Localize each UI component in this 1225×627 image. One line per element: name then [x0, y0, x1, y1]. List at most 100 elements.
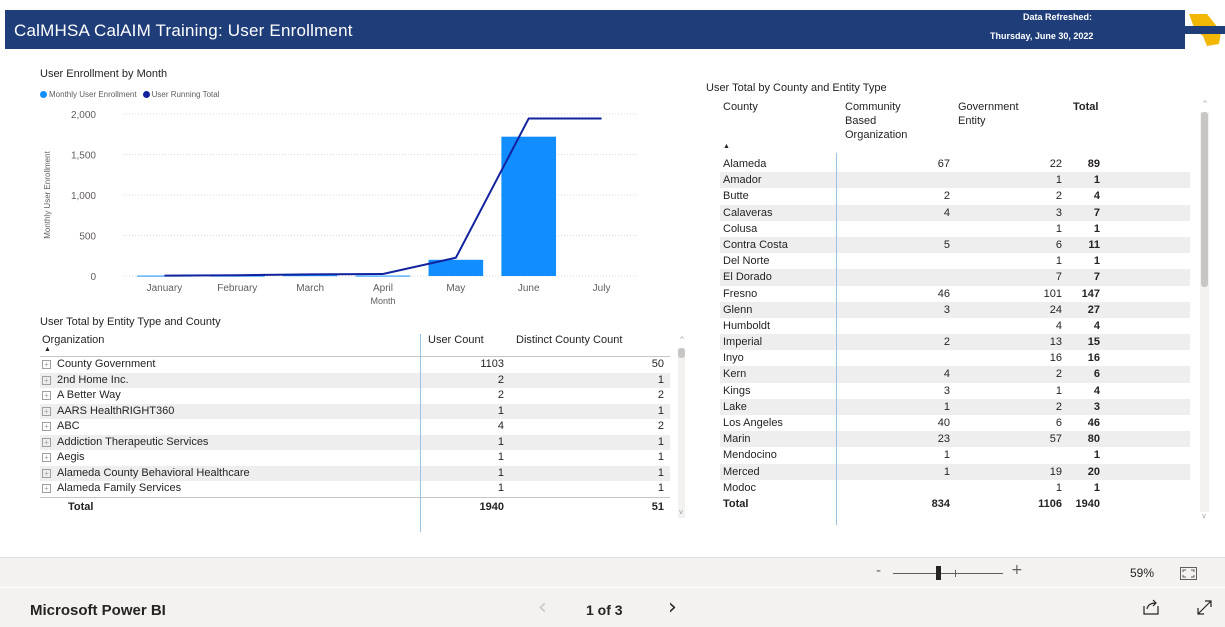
table-row[interactable]: Inyo 16 16 — [720, 350, 1190, 366]
county-cell: Mendocino — [723, 449, 777, 462]
table-row[interactable]: Kern 4 2 6 — [720, 366, 1190, 383]
expand-icon[interactable]: + — [42, 375, 51, 385]
table-row[interactable]: Fresno 46 101 147 — [720, 286, 1190, 302]
expand-icon[interactable]: + — [42, 453, 51, 462]
x-tick-label: March — [296, 283, 324, 294]
county-table-scrollbar[interactable] — [1200, 112, 1209, 512]
county-table: County ▲ Community Based Organization Go… — [720, 100, 1190, 525]
fullscreen-icon[interactable] — [1196, 599, 1213, 616]
expand-icon[interactable]: + — [42, 406, 51, 416]
legend-dot-icon — [142, 91, 150, 98]
share-icon[interactable] — [1142, 598, 1160, 616]
scroll-up-icon[interactable]: ^ — [1202, 100, 1208, 108]
table-row[interactable]: Butte 2 2 4 — [720, 188, 1190, 204]
table-row[interactable]: +2nd Home Inc. 2 1 — [40, 372, 670, 388]
table-row[interactable]: Los Angeles 40 6 46 — [720, 415, 1190, 431]
next-page-button[interactable]: › — [668, 595, 677, 620]
table-row[interactable]: + Addiction Therapeutic Services 1 1 — [40, 434, 670, 451]
table-row[interactable]: Kings 3 1 4 — [720, 383, 1190, 399]
cbo-cell: 1 — [943, 449, 950, 462]
table-row[interactable]: Modoc 1 1 — [720, 480, 1190, 496]
expand-icon[interactable]: + — [42, 360, 51, 369]
power-bi-brand[interactable]: Microsoft Power BI — [30, 602, 166, 619]
enrollment-chart[interactable]: 0 500 1,000 1,500 2,000 Monthly User Enrollme… — [38, 104, 648, 314]
column-header-total[interactable]: Total — [1073, 100, 1098, 114]
table-row[interactable]: + Aegis 1 1 — [40, 450, 670, 466]
distinct-county-cell: 50 — [651, 358, 664, 370]
total-label: Total — [68, 500, 94, 513]
total-cell: 15 — [1087, 336, 1100, 349]
expand-icon[interactable]: + — [42, 391, 51, 400]
legend-item-monthly[interactable]: Monthly User Enrollment — [40, 90, 137, 99]
cbo-cell: 40 — [937, 417, 950, 429]
table-row[interactable]: Mendocino 1 1 — [720, 447, 1190, 463]
total-cell: 27 — [1087, 303, 1100, 316]
legend-item-running-total[interactable]: User Running Total — [142, 90, 219, 99]
table-row[interactable]: Contra Costa 5 6 11 — [720, 236, 1190, 254]
column-header-community-based-organization[interactable]: Community Based Organization — [845, 100, 907, 142]
column-header-organization[interactable]: Organization — [42, 334, 104, 346]
column-header-county[interactable]: County — [723, 100, 758, 114]
entity-table-scrollbar[interactable] — [678, 348, 685, 518]
zoom-slider-track[interactable] — [893, 573, 1003, 574]
table-row[interactable]: Merced 1 19 20 — [720, 463, 1190, 480]
zoom-out-button[interactable]: - — [876, 563, 881, 579]
zoom-slider-thumb[interactable] — [936, 566, 941, 580]
zoom-in-button[interactable]: + — [1011, 562, 1023, 578]
table-row[interactable]: Alameda 67 22 89 — [720, 156, 1190, 172]
table-row[interactable]: Imperial 2 13 15 — [720, 334, 1190, 351]
scroll-down-icon[interactable]: v — [679, 508, 683, 516]
column-header-government-entity[interactable]: Government Entity — [958, 100, 1019, 128]
gov-cell: 6 — [1055, 417, 1062, 429]
expand-icon[interactable]: + — [42, 437, 51, 447]
expand-icon[interactable]: + — [42, 422, 51, 431]
gov-cell: 24 — [1049, 303, 1062, 316]
entity-table-scroll-thumb[interactable] — [678, 348, 685, 358]
column-header-distinct-county-count[interactable]: Distinct County Count — [516, 334, 622, 346]
table-row[interactable]: Del Norte 1 1 — [720, 253, 1190, 269]
expand-icon[interactable]: + — [42, 484, 51, 493]
expand-icon[interactable]: + — [42, 468, 51, 478]
total-gov: 1106 — [1038, 497, 1062, 510]
table-row[interactable]: + A Better Way 2 2 — [40, 388, 670, 404]
org-name: Alameda Family Services — [57, 482, 182, 494]
data-refreshed-label: Data Refreshed: — [1023, 12, 1093, 22]
org-cell: + AARS HealthRIGHT360 — [42, 404, 174, 420]
table-row[interactable]: + Alameda County Behavioral Healthcare 1 1 — [40, 465, 670, 481]
county-cell: Contra Costa — [723, 238, 788, 251]
table-row[interactable]: Amador 1 1 — [720, 172, 1190, 189]
table-row[interactable]: Lake 1 2 3 — [720, 398, 1190, 415]
previous-page-button[interactable]: ‹ — [538, 595, 547, 620]
x-tick-label: June — [518, 283, 540, 294]
distinct-county-cell: 1 — [657, 373, 664, 386]
county-table-title: User Total by County and Entity Type — [706, 82, 887, 94]
gov-cell: 4 — [1055, 319, 1062, 332]
x-axis-label: Month — [370, 296, 395, 306]
county-cell: Glenn — [723, 303, 753, 316]
report-title: CalMHSA CalAIM Training: User Enrollment — [14, 21, 353, 40]
county-table-scroll-thumb[interactable] — [1201, 112, 1208, 287]
fit-to-page-icon[interactable] — [1180, 567, 1197, 580]
table-row[interactable]: Colusa 1 1 — [720, 221, 1190, 237]
table-row[interactable]: + Alameda Family Services 1 1 — [40, 481, 670, 497]
table-row[interactable]: El Dorado 7 7 — [720, 269, 1190, 286]
table-row[interactable]: Glenn 3 24 27 — [720, 301, 1190, 318]
table-row[interactable]: + ABC 4 2 — [40, 419, 670, 435]
column-divider — [420, 334, 421, 532]
org-cell: + Addiction Therapeutic Services — [42, 435, 208, 451]
column-header-user-count[interactable]: User Count — [428, 334, 484, 346]
distinct-county-cell: 2 — [657, 389, 664, 401]
org-name: AARS HealthRIGHT360 — [57, 404, 175, 417]
gov-cell: 6 — [1055, 238, 1062, 251]
table-row[interactable]: + AARS HealthRIGHT360 1 1 — [40, 403, 670, 420]
scroll-down-icon[interactable]: v — [1202, 512, 1206, 520]
bar[interactable] — [355, 275, 411, 277]
org-cell: + Aegis — [42, 450, 85, 466]
bar[interactable] — [501, 136, 557, 276]
gov-cell: 101 — [1043, 287, 1062, 300]
table-row[interactable]: + County Government 1103 50 — [40, 357, 670, 373]
scroll-up-icon[interactable]: ^ — [679, 336, 685, 344]
table-row[interactable]: Calaveras 4 3 7 — [720, 204, 1190, 221]
table-row[interactable]: Marin 23 57 80 — [720, 431, 1190, 448]
table-row[interactable]: Humboldt 4 4 — [720, 318, 1190, 334]
